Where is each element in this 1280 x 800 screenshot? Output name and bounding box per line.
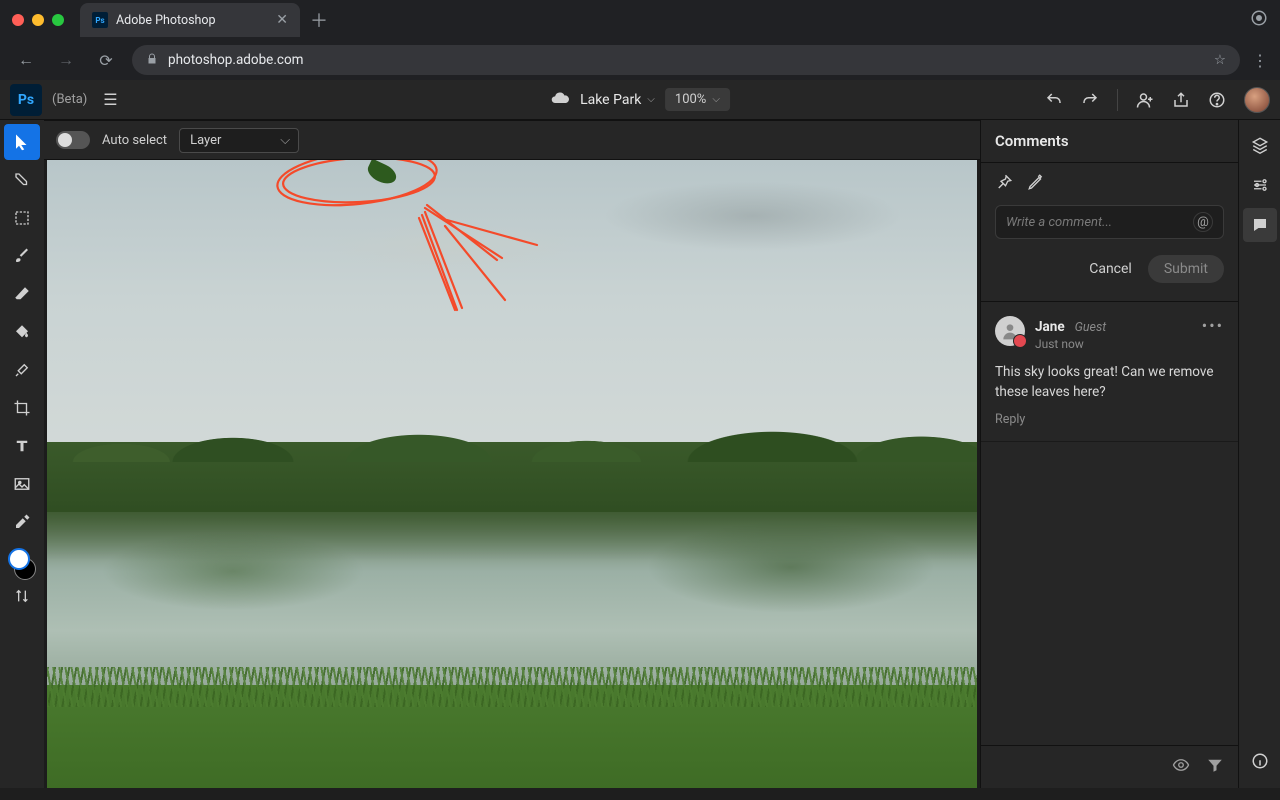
selection-tool[interactable] [4, 200, 40, 236]
place-image-tool[interactable] [4, 466, 40, 502]
maximize-window-icon[interactable] [52, 14, 64, 26]
filter-icon[interactable] [1206, 756, 1224, 778]
chevron-down-icon: ⌵ [712, 94, 720, 105]
tab-title: Adobe Photoshop [116, 13, 216, 28]
auto-select-target-dropdown[interactable]: Layer [179, 128, 299, 153]
comment-user: Jane [1035, 319, 1065, 335]
layers-panel-button[interactable] [1243, 128, 1277, 162]
comment-actions: Cancel Submit [981, 239, 1238, 302]
user-avatar[interactable] [1244, 87, 1270, 113]
forward-button[interactable]: → [52, 50, 80, 70]
main-menu-button[interactable]: ☰ [103, 90, 117, 109]
auto-select-toggle[interactable] [56, 131, 90, 149]
app-logo[interactable]: Ps [10, 84, 42, 116]
mention-button[interactable]: @ [1193, 212, 1213, 232]
options-bar: Auto select Layer [44, 120, 980, 160]
beta-label: (Beta) [52, 92, 87, 107]
right-rail [1238, 120, 1280, 788]
lock-icon [146, 53, 158, 68]
comments-toolbar [981, 163, 1238, 205]
brush-tool[interactable] [4, 238, 40, 274]
url-text: photoshop.adobe.com [168, 52, 304, 68]
comments-panel: Comments Write a comment... @ Cancel Sub… [980, 120, 1238, 788]
window-controls[interactable] [12, 14, 64, 26]
close-window-icon[interactable] [12, 14, 24, 26]
draw-icon[interactable] [1027, 173, 1045, 195]
redo-button[interactable] [1081, 91, 1099, 109]
profile-chip-icon[interactable] [1250, 9, 1268, 31]
document-name-dropdown[interactable]: Lake Park ⌵ [580, 92, 655, 108]
comment-avatar [995, 316, 1025, 346]
transform-tool[interactable] [4, 162, 40, 198]
comment-menu-button[interactable]: ••• [1202, 316, 1224, 335]
eraser-tool[interactable] [4, 276, 40, 312]
chevron-down-icon: ⌵ [647, 94, 655, 105]
canvas[interactable] [47, 160, 977, 788]
invite-button[interactable] [1136, 91, 1154, 109]
submit-button[interactable]: Submit [1148, 255, 1224, 283]
comment-input[interactable]: Write a comment... @ [995, 205, 1224, 239]
left-toolbar [0, 120, 44, 788]
eyedropper-tool[interactable] [4, 504, 40, 540]
visibility-icon[interactable] [1172, 756, 1190, 778]
auto-select-label: Auto select [102, 133, 167, 148]
browser-tab[interactable]: Ps Adobe Photoshop ✕ [80, 3, 300, 37]
reply-button[interactable]: Reply [995, 412, 1224, 427]
bookmark-icon[interactable]: ☆ [1214, 52, 1226, 68]
browser-menu-button[interactable]: ⋮ [1252, 51, 1268, 70]
address-bar: ← → ⟳ photoshop.adobe.com ☆ ⋮ [0, 40, 1280, 80]
zoom-dropdown[interactable]: 100% ⌵ [665, 88, 730, 111]
undo-button[interactable] [1045, 91, 1063, 109]
comments-title: Comments [981, 120, 1238, 163]
move-tool[interactable] [4, 124, 40, 160]
heal-tool[interactable] [4, 352, 40, 388]
comment-time: Just now [1035, 337, 1106, 351]
type-tool[interactable] [4, 428, 40, 464]
crop-tool[interactable] [4, 390, 40, 426]
browser-chrome: Ps Adobe Photoshop ✕ ＋ ← → ⟳ photoshop.a… [0, 0, 1280, 80]
fill-tool[interactable] [4, 314, 40, 350]
info-button[interactable] [1243, 744, 1277, 778]
url-field[interactable]: photoshop.adobe.com ☆ [132, 45, 1240, 75]
swap-colors-icon[interactable] [14, 588, 30, 608]
app-header: Ps (Beta) ☰ Lake Park ⌵ 100% ⌵ [0, 80, 1280, 120]
comments-footer [981, 745, 1238, 788]
color-swatch[interactable] [8, 548, 36, 580]
comments-panel-button[interactable] [1243, 208, 1277, 242]
comment-item[interactable]: Jane Guest Just now ••• This sky looks g… [981, 302, 1238, 442]
share-button[interactable] [1172, 91, 1190, 109]
pin-icon[interactable] [995, 173, 1013, 195]
back-button[interactable]: ← [12, 50, 40, 70]
new-tab-button[interactable]: ＋ [310, 7, 328, 33]
favicon-icon: Ps [92, 12, 108, 28]
close-tab-icon[interactable]: ✕ [276, 12, 288, 28]
foreground-color[interactable] [8, 548, 30, 570]
properties-panel-button[interactable] [1243, 168, 1277, 202]
comment-placeholder: Write a comment... [1006, 215, 1112, 230]
reload-button[interactable]: ⟳ [92, 51, 120, 70]
cancel-button[interactable]: Cancel [1089, 261, 1132, 277]
help-button[interactable] [1208, 91, 1226, 109]
cloud-icon [550, 88, 570, 112]
comment-role: Guest [1075, 320, 1107, 335]
minimize-window-icon[interactable] [32, 14, 44, 26]
comment-body: This sky looks great! Can we remove thes… [995, 363, 1224, 402]
tab-bar: Ps Adobe Photoshop ✕ ＋ [0, 0, 1280, 40]
canvas-area[interactable] [44, 160, 980, 788]
